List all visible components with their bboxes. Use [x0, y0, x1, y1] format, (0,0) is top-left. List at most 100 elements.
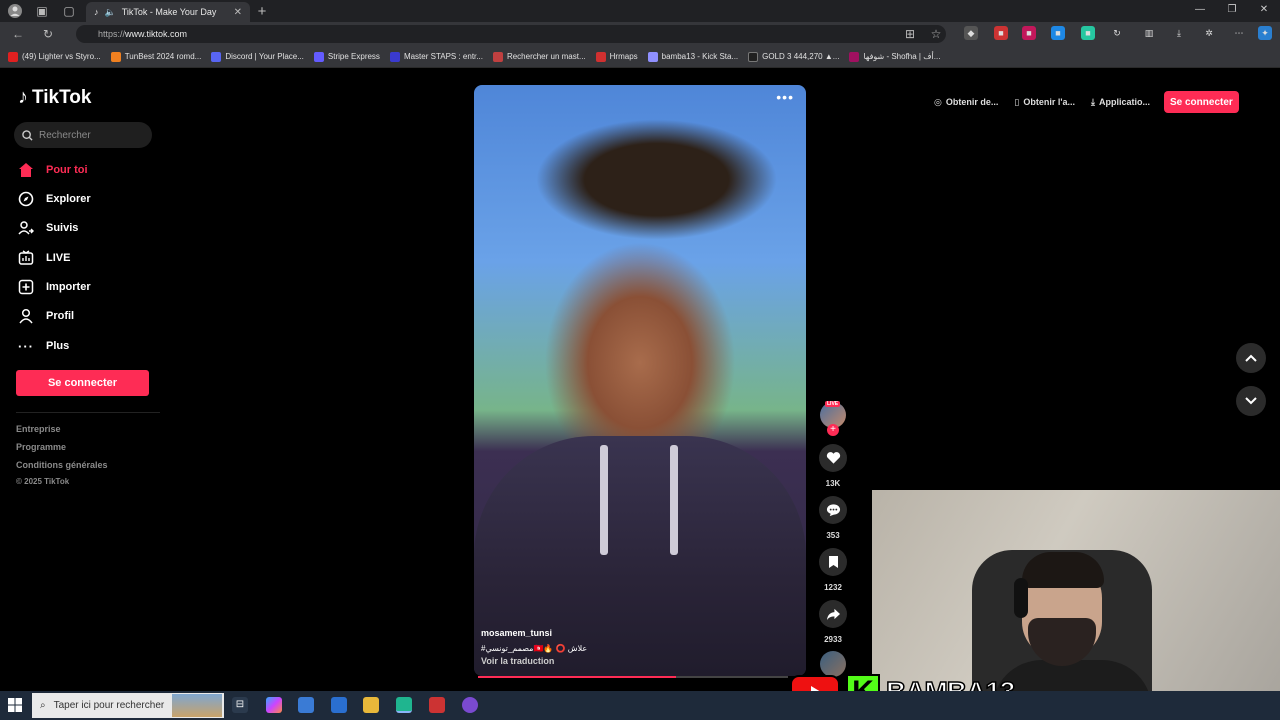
top-actions: ◎ Obtenir de... ▯ Obtenir l'a... ⤓ Applicat…	[928, 89, 1258, 115]
bookmark-favicon-icon	[595, 51, 606, 62]
maximize-icon[interactable]: ❐	[1216, 0, 1248, 22]
bookmark-item[interactable]: Master STAPS : entr...	[389, 51, 483, 62]
app-available-icon[interactable]: ⊞	[902, 26, 918, 42]
minimize-icon[interactable]: —	[1184, 0, 1216, 22]
comment-icon[interactable]	[819, 496, 847, 524]
nav-profil[interactable]: Profil	[18, 308, 74, 324]
save-count: 1232	[824, 583, 842, 592]
downloads-icon[interactable]: ⤓	[1172, 26, 1186, 40]
search-input[interactable]: Rechercher	[14, 122, 152, 148]
login-top-button[interactable]: Se connecter	[1163, 91, 1239, 113]
extension-icon[interactable]: ■	[1051, 26, 1065, 40]
copilot-icon[interactable]: ✦	[1258, 26, 1272, 40]
extension-icon[interactable]: ■	[994, 26, 1008, 40]
close-window-icon[interactable]: ✕	[1248, 0, 1280, 22]
video-author[interactable]: mosamem_tunsi	[481, 628, 781, 638]
bookmark-item[interactable]: Discord | Your Place...	[211, 51, 304, 62]
extension-icon[interactable]: ■	[1022, 26, 1036, 40]
bookmark-item[interactable]: TunBest 2024 romd...	[110, 51, 201, 62]
nav-explorer[interactable]: Explorer	[18, 191, 91, 207]
footer-programme[interactable]: Programme	[16, 442, 66, 452]
windows-start-icon[interactable]	[8, 698, 22, 712]
nav-live[interactable]: LIVE	[18, 250, 70, 266]
translate-link[interactable]: Voir la traduction	[481, 656, 781, 666]
refresh-extension-icon[interactable]: ↻	[1110, 26, 1124, 40]
footer-conditions[interactable]: Conditions générales	[16, 460, 108, 470]
file-explorer-icon[interactable]	[363, 697, 379, 713]
bookmark-item[interactable]: (49) Lighter vs Styro...	[8, 51, 101, 62]
save-action[interactable]: 1232	[819, 548, 847, 592]
tab-tiktok[interactable]: ♪ 🔈 TikTok - Make Your Day ✕	[86, 2, 250, 22]
copilot-taskbar-icon[interactable]	[266, 697, 282, 713]
url-scheme: https://	[98, 29, 126, 39]
nav-pour-toi[interactable]: Pour toi	[18, 162, 88, 178]
bookmark-icon[interactable]	[819, 548, 847, 576]
store-icon[interactable]	[298, 697, 314, 713]
bookmark-item[interactable]: شوفها - Shofha | أف...	[849, 51, 940, 62]
share-action[interactable]: 2933	[819, 600, 847, 644]
bookmark-item[interactable]: bamba13 - Kick Sta...	[647, 51, 738, 62]
bookmark-favicon-icon	[647, 51, 658, 62]
tab-audio-icon[interactable]: 🔈	[105, 7, 116, 18]
url-field[interactable]: https://www.tiktok.com	[76, 25, 946, 43]
extension-icon[interactable]: ◆	[964, 26, 978, 40]
edge-browser-icon[interactable]	[396, 697, 412, 713]
get-coins-button[interactable]: ◎ Obtenir de...	[928, 97, 1004, 108]
split-screen-icon[interactable]: ▥	[1142, 26, 1156, 40]
next-video-button[interactable]	[1236, 386, 1266, 416]
desktop-app-button[interactable]: ⤓ Applicatio...	[1085, 97, 1156, 108]
bookmark-favicon-icon	[492, 51, 503, 62]
bookmarks-bar: (49) Lighter vs Styro... TunBest 2024 ro…	[0, 46, 1280, 68]
nav-plus[interactable]: ··· Plus	[18, 338, 69, 354]
video-player[interactable]: ••• mosamem_tunsi #مصمم_تونسي🇹🇳🔥 ⭕ علاش …	[474, 85, 806, 676]
tiktok-logo[interactable]: ♪ TikTok	[18, 86, 91, 109]
video-options-icon[interactable]: •••	[776, 89, 794, 105]
tab-close-icon[interactable]: ✕	[234, 7, 242, 18]
workspaces-icon[interactable]: ▣	[34, 3, 50, 19]
reload-icon[interactable]: ↻	[40, 26, 56, 42]
app-taskbar-icon[interactable]	[462, 697, 478, 713]
more-icon: ···	[18, 338, 34, 354]
comment-action[interactable]: 353	[819, 496, 847, 540]
login-button[interactable]: Se connecter	[16, 370, 149, 396]
webcam-hair	[1022, 552, 1104, 588]
search-icon: ⌕	[40, 700, 46, 711]
tiktok-favicon-icon: ♪	[94, 7, 99, 17]
compass-icon	[18, 191, 34, 207]
get-app-button[interactable]: ▯ Obtenir l'a...	[1008, 97, 1081, 108]
outlook-icon[interactable]	[331, 697, 347, 713]
new-tab-icon[interactable]: +	[254, 3, 270, 20]
url-host: www.tiktok.com	[125, 29, 188, 39]
live-badge: LIVE	[825, 401, 841, 407]
favorite-star-icon[interactable]: ☆	[928, 26, 944, 42]
tab-title: TikTok - Make Your Day	[121, 7, 217, 17]
extension-icon[interactable]: ■	[1081, 26, 1095, 40]
video-progress-bar[interactable]	[478, 676, 788, 678]
chevron-down-icon	[1245, 397, 1257, 405]
heart-icon[interactable]	[819, 444, 847, 472]
follow-plus-icon[interactable]: +	[827, 424, 839, 436]
live-icon	[18, 250, 34, 266]
like-action[interactable]: 13K	[819, 444, 847, 488]
search-highlight-image	[172, 694, 222, 717]
tab-actions-icon[interactable]: ▢	[61, 3, 77, 19]
back-icon[interactable]: ←	[10, 26, 26, 42]
profile-avatar-icon[interactable]	[7, 3, 23, 19]
search-placeholder: Rechercher	[39, 129, 91, 141]
footer-entreprise[interactable]: Entreprise	[16, 424, 61, 434]
bookmark-favicon-icon	[389, 51, 400, 62]
bookmark-item[interactable]: GOLD 3 444,270 ▲...	[748, 51, 839, 62]
previous-video-button[interactable]	[1236, 343, 1266, 373]
browser-menu-icon[interactable]: ⋯	[1232, 26, 1246, 40]
share-icon[interactable]	[819, 600, 847, 628]
bookmark-item[interactable]: Stripe Express	[313, 51, 380, 62]
bookmark-item[interactable]: Hrmaps	[595, 51, 638, 62]
nav-importer[interactable]: Importer	[18, 279, 91, 295]
logo-text: TikTok	[32, 86, 92, 108]
extensions-puzzle-icon[interactable]: ✲	[1202, 26, 1216, 40]
nav-suivis[interactable]: Suivis	[18, 220, 78, 236]
task-view-icon[interactable]: ⊟	[232, 697, 248, 713]
bookmark-item[interactable]: Rechercher un mast...	[492, 51, 586, 62]
taskbar-search[interactable]: ⌕ Taper ici pour rechercher	[32, 693, 224, 718]
app-taskbar-icon[interactable]	[429, 697, 445, 713]
